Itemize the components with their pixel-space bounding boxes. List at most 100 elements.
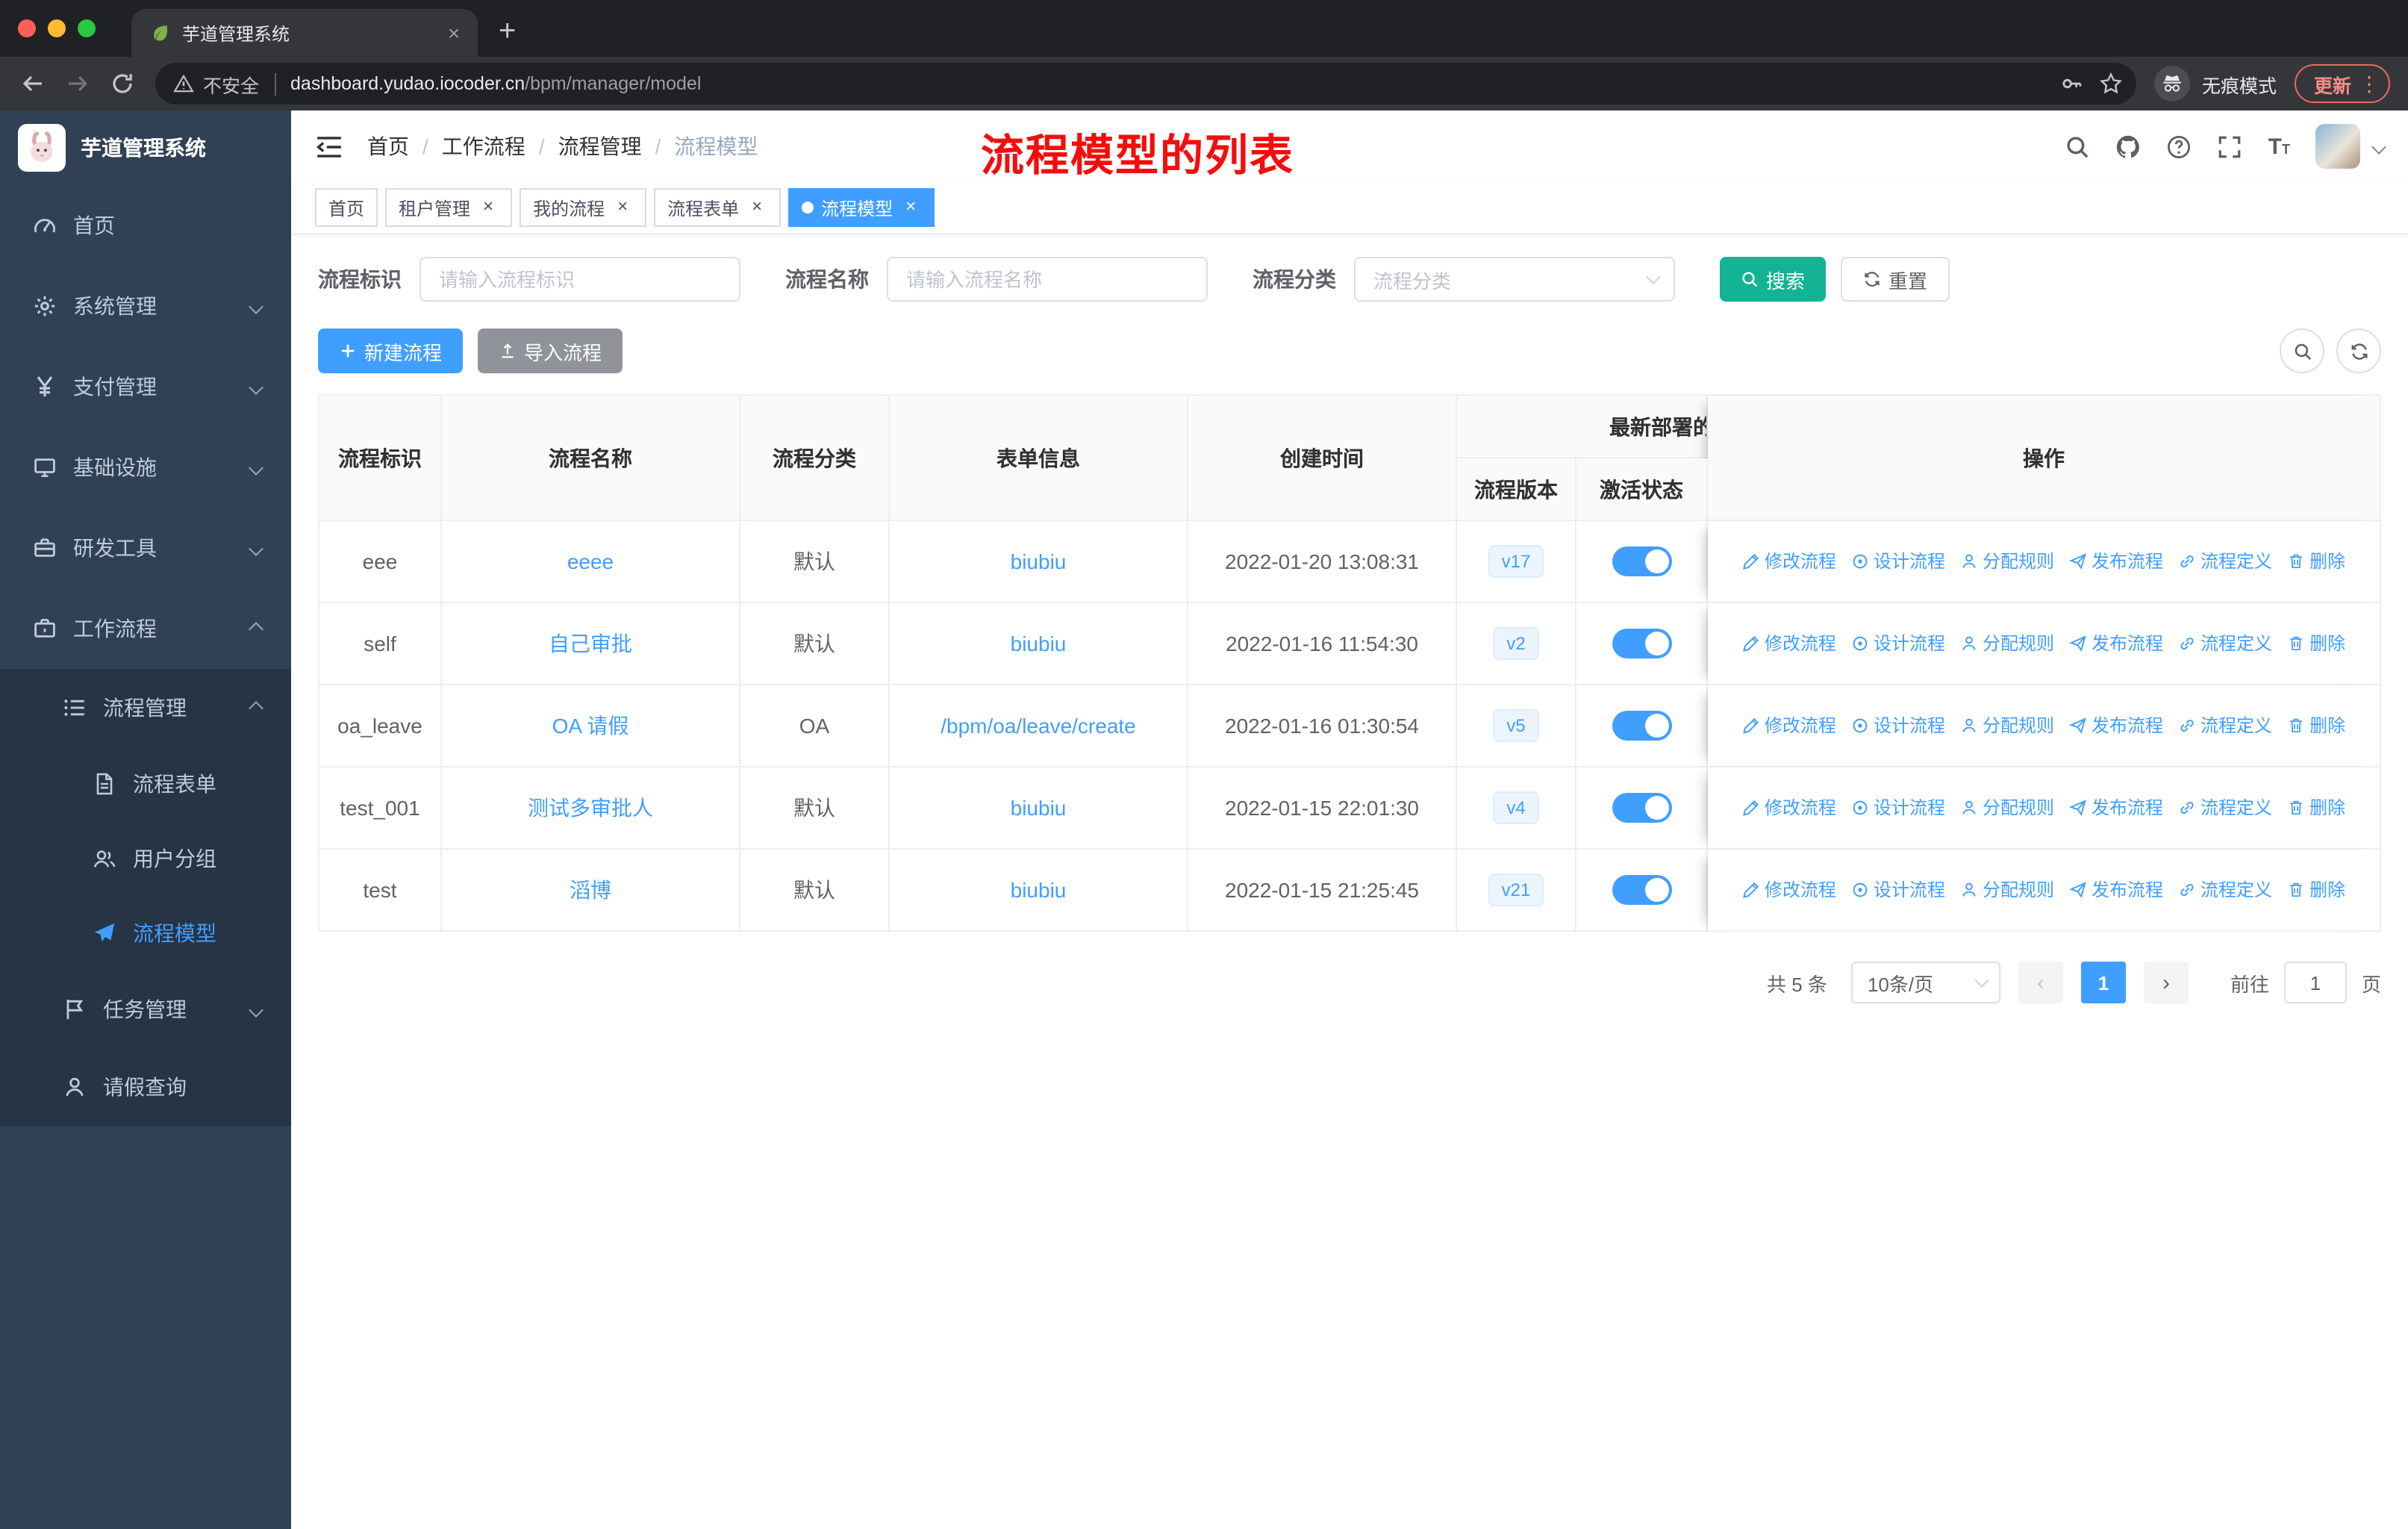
sidebar-item-leave-query[interactable]: 请假查询: [0, 1048, 291, 1126]
action-process-definition[interactable]: 流程定义: [2178, 549, 2272, 574]
process-name-input[interactable]: [887, 257, 1208, 302]
import-process-button[interactable]: 导入流程: [478, 328, 623, 373]
process-name-link[interactable]: 滔博: [570, 878, 611, 902]
action-edit-process[interactable]: 修改流程: [1742, 631, 1836, 656]
breadcrumb-item[interactable]: 工作流程: [442, 131, 525, 161]
action-process-definition[interactable]: 流程定义: [2178, 631, 2272, 656]
font-size-icon[interactable]: TT: [2268, 134, 2290, 159]
action-delete-process[interactable]: 删除: [2287, 877, 2345, 903]
hamburger-icon[interactable]: [315, 134, 343, 159]
tag-process-model[interactable]: 流程模型 ×: [788, 188, 935, 227]
tag-my-process[interactable]: 我的流程 ×: [520, 188, 647, 227]
reload-button[interactable]: [102, 63, 143, 105]
action-design-process[interactable]: 设计流程: [1851, 713, 1945, 738]
bookmark-star-icon[interactable]: [2092, 64, 2130, 103]
action-design-process[interactable]: 设计流程: [1851, 549, 1945, 574]
forward-button[interactable]: [57, 63, 99, 105]
action-assign-rules[interactable]: 分配规则: [1960, 549, 2054, 574]
action-delete-process[interactable]: 删除: [2287, 549, 2345, 574]
tag-close-icon[interactable]: ×: [478, 197, 499, 218]
browser-tab[interactable]: 芋道管理系统 ×: [131, 9, 478, 57]
tag-home[interactable]: 首页: [315, 188, 378, 227]
process-name-link[interactable]: OA 请假: [552, 714, 629, 738]
minimize-window-button[interactable]: [48, 19, 66, 37]
breadcrumb-item[interactable]: 首页: [367, 131, 409, 161]
process-id-input[interactable]: [419, 257, 740, 302]
form-link[interactable]: biubiu: [1011, 796, 1067, 820]
action-publish-process[interactable]: 发布流程: [2069, 713, 2163, 738]
prev-page-button[interactable]: ‹: [2018, 962, 2063, 1003]
process-name-link[interactable]: 自己审批: [549, 632, 632, 655]
action-design-process[interactable]: 设计流程: [1851, 631, 1945, 656]
sidebar-item-workflow[interactable]: 工作流程: [0, 588, 291, 669]
action-assign-rules[interactable]: 分配规则: [1960, 795, 2054, 820]
action-assign-rules[interactable]: 分配规则: [1960, 713, 2054, 738]
action-process-definition[interactable]: 流程定义: [2178, 713, 2272, 738]
process-category-select[interactable]: 流程分类: [1354, 257, 1675, 302]
sidebar-item-user-group[interactable]: 用户分组: [0, 821, 291, 896]
toggle-search-button[interactable]: [2280, 328, 2324, 373]
new-tab-button[interactable]: +: [478, 15, 516, 57]
search-button[interactable]: 搜索: [1720, 257, 1827, 302]
sidebar-item-system-management[interactable]: 系统管理: [0, 266, 291, 346]
action-edit-process[interactable]: 修改流程: [1742, 795, 1836, 820]
refresh-table-button[interactable]: [2336, 328, 2381, 373]
tag-process-form[interactable]: 流程表单 ×: [654, 188, 782, 227]
action-process-definition[interactable]: 流程定义: [2178, 795, 2272, 820]
sidebar-item-home[interactable]: 首页: [0, 185, 291, 266]
sidebar-item-infrastructure[interactable]: 基础设施: [0, 427, 291, 508]
tag-close-icon[interactable]: ×: [900, 197, 921, 218]
tag-close-icon[interactable]: ×: [612, 197, 633, 218]
action-publish-process[interactable]: 发布流程: [2069, 795, 2163, 820]
action-delete-process[interactable]: 删除: [2287, 795, 2345, 820]
help-icon[interactable]: [2167, 134, 2192, 159]
action-design-process[interactable]: 设计流程: [1851, 877, 1945, 903]
action-assign-rules[interactable]: 分配规则: [1960, 631, 2054, 656]
security-indicator[interactable]: 不安全: [173, 69, 259, 98]
sidebar-item-process-management[interactable]: 流程管理: [0, 669, 291, 747]
current-page-button[interactable]: 1: [2080, 962, 2126, 1003]
action-assign-rules[interactable]: 分配规则: [1960, 877, 2054, 903]
action-delete-process[interactable]: 删除: [2287, 713, 2345, 738]
next-page-button[interactable]: ›: [2143, 962, 2189, 1003]
browser-update-chip[interactable]: 更新 ⋮: [2294, 64, 2390, 103]
action-process-definition[interactable]: 流程定义: [2178, 877, 2272, 903]
action-edit-process[interactable]: 修改流程: [1742, 713, 1836, 738]
avatar[interactable]: [2315, 124, 2360, 169]
active-toggle[interactable]: [1612, 793, 1671, 823]
action-edit-process[interactable]: 修改流程: [1742, 549, 1836, 574]
address-bar[interactable]: 不安全 dashboard.yudao.iocoder.cn /bpm/mana…: [155, 63, 2136, 105]
password-key-icon[interactable]: [2053, 64, 2092, 103]
browser-menu-icon[interactable]: ⋮: [2359, 71, 2380, 96]
action-design-process[interactable]: 设计流程: [1851, 795, 1945, 820]
action-publish-process[interactable]: 发布流程: [2069, 877, 2163, 903]
process-name-link[interactable]: 测试多审批人: [528, 796, 653, 820]
tag-close-icon[interactable]: ×: [746, 197, 767, 218]
create-process-button[interactable]: 新建流程: [318, 328, 464, 373]
action-delete-process[interactable]: 删除: [2287, 631, 2345, 656]
sidebar-item-dev-tools[interactable]: 研发工具: [0, 508, 291, 588]
breadcrumb-item[interactable]: 流程管理: [558, 131, 642, 161]
action-publish-process[interactable]: 发布流程: [2069, 549, 2163, 574]
zoom-window-button[interactable]: [78, 19, 96, 37]
active-toggle[interactable]: [1612, 711, 1671, 741]
header-search-icon[interactable]: [2065, 134, 2091, 159]
process-name-link[interactable]: eeee: [567, 549, 614, 573]
goto-page-input[interactable]: [2283, 962, 2347, 1003]
sidebar-item-task-management[interactable]: 任务管理: [0, 971, 291, 1048]
close-window-button[interactable]: [18, 19, 36, 37]
active-toggle[interactable]: [1612, 546, 1671, 576]
github-icon[interactable]: [2116, 134, 2142, 159]
sidebar-item-payment-management[interactable]: 支付管理: [0, 346, 291, 427]
active-toggle[interactable]: [1612, 629, 1671, 658]
tag-tenant[interactable]: 租户管理 ×: [385, 188, 513, 227]
back-button[interactable]: [12, 63, 54, 105]
fullscreen-icon[interactable]: [2218, 134, 2243, 159]
sidebar-item-process-model[interactable]: 流程模型: [0, 896, 291, 971]
sidebar-item-process-form[interactable]: 流程表单: [0, 747, 291, 821]
form-link[interactable]: /bpm/oa/leave/create: [941, 714, 1136, 738]
reset-button[interactable]: 重置: [1841, 257, 1950, 302]
action-edit-process[interactable]: 修改流程: [1742, 877, 1836, 903]
active-toggle[interactable]: [1612, 875, 1671, 905]
tab-close-icon[interactable]: ×: [442, 21, 466, 45]
